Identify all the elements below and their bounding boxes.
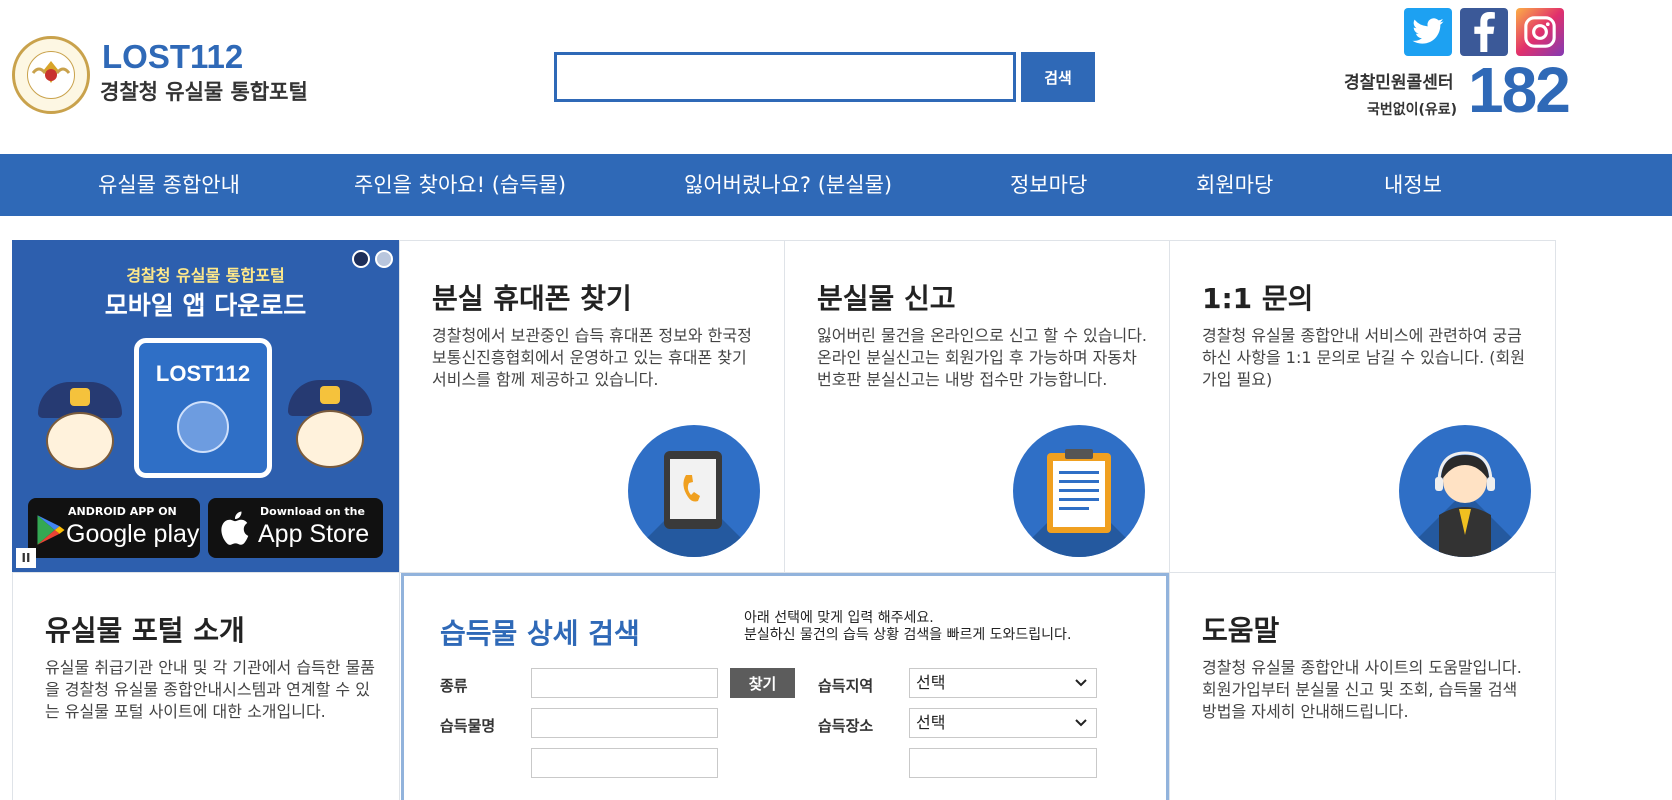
clipboard-icon — [1013, 425, 1145, 557]
card-lost-phone[interactable]: 분실 휴대폰 찾기 경찰청에서 보관중인 습득 휴대폰 정보와 한국정보통신진흥… — [399, 240, 785, 573]
banner-line2: 모바일 앱 다운로드 — [104, 291, 307, 320]
card-lost-report-desc: 잃어버린 물건을 온라인으로 신고 할 수 있습니다. 온라인 분실신고는 회원… — [817, 326, 1148, 389]
card-lost-phone-title: 분실 휴대폰 찾기 — [432, 282, 632, 315]
police-mascot-right — [282, 380, 378, 490]
carousel-dot-2[interactable] — [375, 250, 393, 268]
search-input[interactable] — [554, 52, 1016, 102]
instagram-icon[interactable] — [1516, 8, 1564, 56]
app-card-title: LOST112 — [155, 361, 251, 386]
logo-subtitle: 경찰청 유실물 통합포털 — [100, 80, 308, 104]
region-select[interactable]: 선택 — [909, 668, 1097, 698]
type-input[interactable] — [531, 668, 718, 698]
card-help-desc: 경찰청 유실물 종합안내 사이트의 도움말입니다. 회원가입부터 분실물 신고 … — [1202, 658, 1522, 721]
card-lost-phone-desc: 경찰청에서 보관중인 습득 휴대폰 정보와 한국정보통신진흥협회에서 운영하고 … — [432, 326, 752, 389]
search-panel-title: 습득물 상세 검색 — [440, 617, 640, 650]
facebook-icon[interactable] — [1460, 8, 1508, 56]
tablet-phone-icon — [628, 425, 760, 557]
card-help-title: 도움말 — [1202, 614, 1280, 647]
search-panel-help: 아래 선택에 맞게 입력 해주세요. 분실하신 물건의 습득 상황 검색을 빠르… — [744, 610, 1071, 644]
place-select-value: 선택 — [916, 713, 946, 732]
place-label: 습득장소 — [818, 717, 874, 735]
search-button[interactable]: 검색 — [1021, 52, 1095, 102]
card-help[interactable]: 도움말 경찰청 유실물 종합안내 사이트의 도움말입니다. 회원가입부터 분실물… — [1169, 572, 1556, 800]
app-store-small-text: Download on the — [260, 505, 365, 518]
card-inquiry-title: 1:1 문의 — [1202, 282, 1314, 315]
chevron-down-icon — [1074, 709, 1088, 746]
nav-item-info[interactable]: 정보마당 — [1010, 154, 1087, 216]
call-center-number: 182 — [1468, 54, 1571, 126]
card-portal-intro-title: 유실물 포털 소개 — [45, 614, 245, 647]
google-play-icon — [37, 515, 65, 545]
nav-item-lost-guide[interactable]: 유실물 종합안내 — [98, 154, 240, 216]
nav-item-members[interactable]: 회원마당 — [1196, 154, 1273, 216]
carousel-dot-1[interactable] — [352, 250, 370, 268]
search-panel-help-line2: 분실하신 물건의 습득 상황 검색을 빠르게 도와드립니다. — [744, 627, 1072, 643]
app-store-button[interactable]: Download on the App Store — [208, 498, 383, 558]
apple-icon — [221, 511, 249, 545]
main-nav: 유실물 종합안내 주인을 찾아요! (습득물) 잃어버렸나요? (분실물) 정보… — [0, 154, 1672, 216]
card-portal-intro-desc: 유실물 취급기관 안내 및 각 기관에서 습득한 물품을 경찰청 유실물 종합안… — [45, 658, 376, 721]
nav-item-found-items[interactable]: 주인을 찾아요! (습득물) — [354, 154, 566, 216]
site-header: LOST112 경찰청 유실물 통합포털 검색 경찰민원콜센터 국번없이(유료)… — [0, 0, 1672, 154]
region-label: 습득지역 — [818, 677, 874, 695]
search-panel-help-line1: 아래 선택에 맞게 입력 해주세요. — [744, 610, 934, 626]
carousel-pause-button[interactable]: II — [16, 548, 36, 568]
google-play-big-text: Google play — [66, 520, 200, 548]
nav-item-my-info[interactable]: 내정보 — [1384, 154, 1442, 216]
banner-line1: 경찰청 유실물 통합포털 — [126, 266, 285, 285]
type-label: 종류 — [440, 677, 468, 695]
card-lost-report[interactable]: 분실물 신고 잃어버린 물건을 온라인으로 신고 할 수 있습니다. 온라인 분… — [784, 240, 1170, 573]
app-store-big-text: App Store — [258, 520, 370, 548]
twitter-icon[interactable] — [1404, 8, 1452, 56]
google-play-button[interactable]: ANDROID APP ON Google play — [28, 498, 200, 558]
found-item-search-panel: 습득물 상세 검색 아래 선택에 맞게 입력 해주세요. 분실하신 물건의 습득… — [401, 573, 1169, 800]
card-inquiry-desc: 경찰청 유실물 종합안내 서비스에 관련하여 궁금하신 사항을 1:1 문의로 … — [1202, 326, 1525, 389]
region-select-value: 선택 — [916, 673, 946, 692]
police-mascot-left — [32, 382, 128, 492]
call-center-label: 경찰민원콜센터 — [1344, 73, 1454, 93]
app-download-banner[interactable]: 경찰청 유실물 통합포털 모바일 앱 다운로드 LOST112 ANDROID … — [12, 240, 399, 572]
logo-title: LOST112 — [102, 38, 244, 75]
item-name-input[interactable] — [531, 708, 718, 738]
eagle-emblem-icon — [177, 401, 229, 453]
card-inquiry[interactable]: 1:1 문의 경찰청 유실물 종합안내 서비스에 관련하여 궁금하신 사항을 1… — [1169, 240, 1556, 573]
place-select[interactable]: 선택 — [909, 708, 1097, 738]
nav-item-lost-items[interactable]: 잃어버렸나요? (분실물) — [684, 154, 892, 216]
extra-select[interactable] — [909, 748, 1097, 778]
app-card: LOST112 — [134, 338, 272, 478]
operator-icon — [1399, 425, 1531, 557]
card-portal-intro[interactable]: 유실물 포털 소개 유실물 취급기관 안내 및 각 기관에서 습득한 물품을 경… — [12, 572, 400, 800]
chevron-down-icon — [1074, 669, 1088, 706]
site-logo[interactable]: LOST112 경찰청 유실물 통합포털 — [12, 36, 332, 116]
call-center-note: 국번없이(유료) — [1367, 102, 1458, 118]
police-emblem-icon — [12, 36, 90, 114]
extra-input[interactable] — [531, 748, 718, 778]
card-lost-report-title: 분실물 신고 — [817, 282, 956, 315]
find-button[interactable]: 찾기 — [730, 668, 795, 698]
google-play-small-text: ANDROID APP ON — [68, 505, 177, 518]
item-name-label: 습득물명 — [440, 717, 496, 735]
